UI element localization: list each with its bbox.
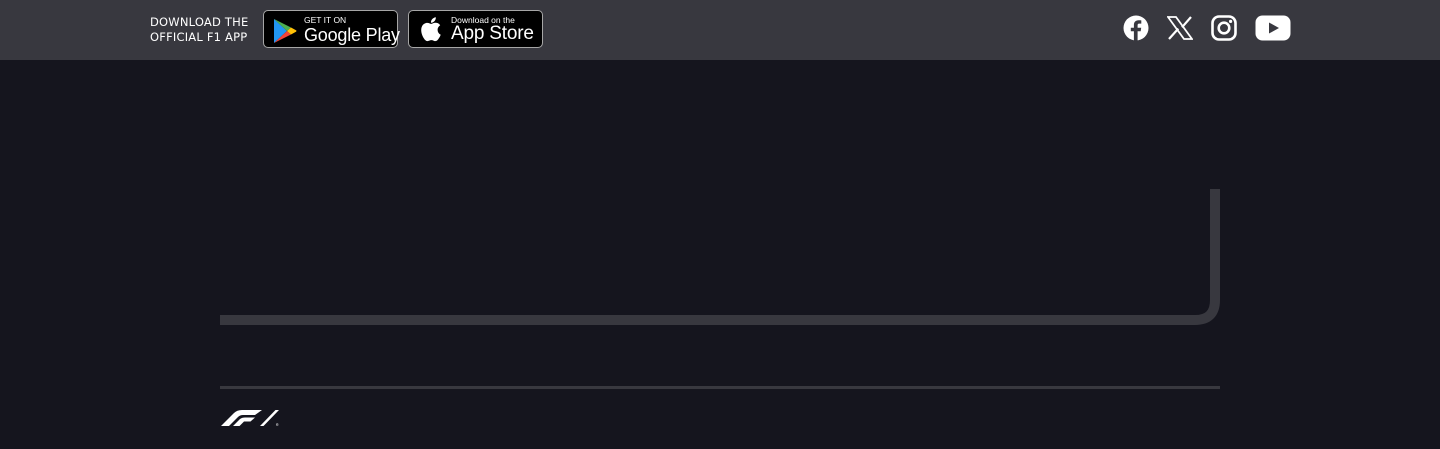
svg-text:®: ®: [276, 423, 280, 427]
footer-divider: [220, 386, 1220, 389]
content-frame: [220, 189, 1220, 325]
f1-logo[interactable]: ®: [220, 409, 280, 427]
